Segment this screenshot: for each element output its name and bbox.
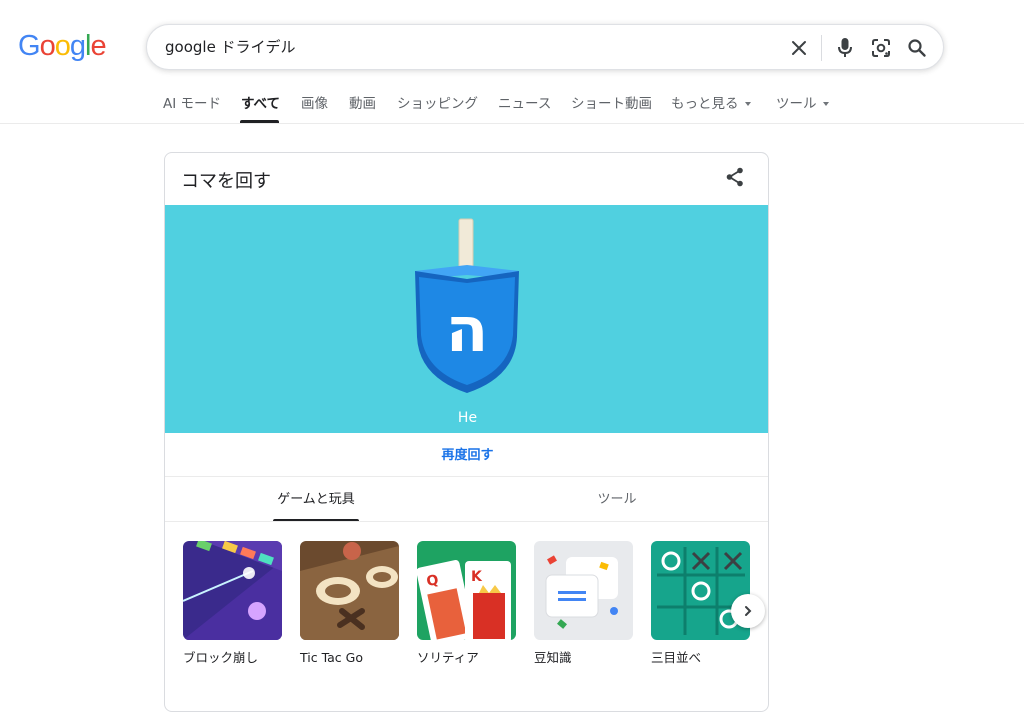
search-button[interactable]: [903, 34, 931, 62]
lens-search-button[interactable]: [867, 34, 895, 62]
search-input[interactable]: google ドライデル: [165, 37, 296, 57]
game-breakout[interactable]: ブロック崩し: [183, 541, 283, 666]
camera-lens-icon: [872, 39, 890, 57]
solitaire-thumbnail: Q K: [417, 541, 516, 640]
logo-letter-g: G: [18, 30, 41, 62]
caret-down-icon: [822, 102, 829, 106]
dreidel-card: コマを回す ה He 再度回す ゲームと玩具 ツール ブロック崩し Tic Ta…: [164, 152, 769, 712]
tic-tac-toe-thumbnail: [651, 541, 750, 640]
share-button[interactable]: [723, 165, 747, 193]
logo-letter-o2: o: [54, 30, 71, 62]
search-divider: [821, 35, 822, 61]
tab-tools-label: ツール: [776, 96, 817, 112]
search-box[interactable]: google ドライデル: [146, 24, 944, 70]
dreidel-graphic[interactable]: ה: [411, 217, 523, 399]
game-trivia[interactable]: 豆知識: [534, 541, 634, 666]
clear-button[interactable]: [785, 34, 813, 62]
google-logo[interactable]: Google: [18, 29, 107, 63]
tab-short-videos[interactable]: ショート動画: [571, 95, 652, 113]
game-label: ブロック崩し: [183, 650, 259, 665]
tic-tac-go-thumbnail: [300, 541, 399, 640]
carousel-next-button[interactable]: [731, 594, 765, 628]
dreidel-play-area[interactable]: ה He: [165, 205, 768, 433]
subtab-divider: [165, 521, 768, 522]
game-solitaire[interactable]: Q K ソリティア: [417, 541, 517, 666]
card-divider: [165, 476, 768, 477]
tab-news[interactable]: ニュース: [498, 95, 551, 113]
tab-more-label: もっと見る: [671, 96, 739, 112]
tab-shopping[interactable]: ショッピング: [397, 95, 478, 113]
card-title: コマを回す: [181, 171, 271, 192]
game-tic-tac-go[interactable]: Tic Tac Go: [300, 541, 400, 666]
search-icon: [908, 39, 926, 57]
breakout-thumbnail: [183, 541, 282, 640]
game-label: 豆知識: [534, 650, 572, 665]
caret-down-icon: [744, 102, 751, 106]
tab-tools-card[interactable]: ツール: [517, 491, 717, 509]
logo-letter-e: e: [90, 30, 106, 62]
game-label: Tic Tac Go: [300, 650, 363, 665]
close-icon: [792, 41, 806, 55]
game-label: 三目並べ: [651, 650, 702, 665]
dreidel-result: He: [457, 410, 478, 426]
dreidel-letter: ה: [446, 293, 489, 366]
tab-more[interactable]: もっと見る: [671, 95, 751, 113]
logo-letter-o1: o: [39, 30, 56, 62]
voice-search-button[interactable]: [831, 34, 859, 62]
microphone-icon: [838, 38, 852, 57]
tab-videos[interactable]: 動画: [349, 95, 376, 113]
tab-images[interactable]: 画像: [301, 95, 328, 113]
trivia-thumbnail: [534, 541, 633, 640]
tab-games-and-toys[interactable]: ゲームと玩具: [216, 491, 416, 509]
tab-tools[interactable]: ツール: [776, 95, 829, 113]
tab-all[interactable]: すべて: [241, 95, 280, 113]
share-icon: [726, 167, 743, 187]
tab-ai-mode[interactable]: AI モード: [163, 95, 221, 113]
chevron-right-icon: [745, 606, 752, 616]
header-divider: [0, 123, 1024, 124]
spin-again-button[interactable]: 再度回す: [165, 447, 768, 465]
logo-letter-g2: g: [69, 30, 86, 62]
svg-text:K: K: [471, 569, 483, 585]
game-label: ソリティア: [417, 650, 479, 665]
